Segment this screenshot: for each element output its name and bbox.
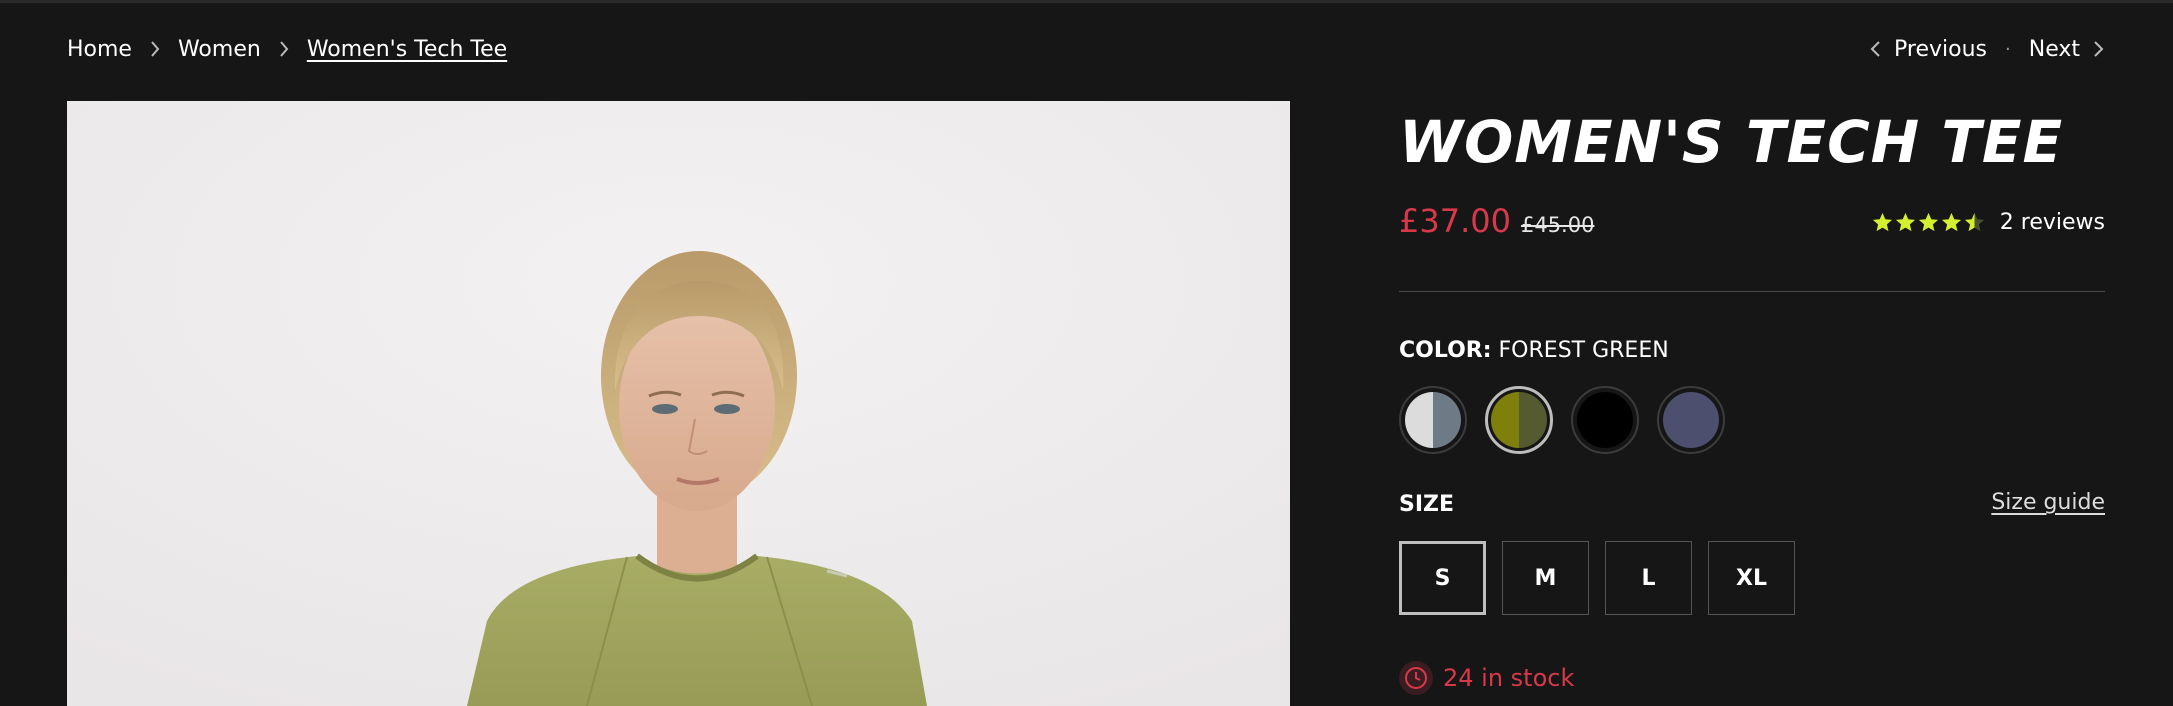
star-icon — [1941, 212, 1961, 232]
previous-link[interactable]: Previous — [1868, 37, 1987, 62]
size-options: S M L XL — [1399, 541, 1811, 615]
swatch-forest-green[interactable] — [1485, 386, 1553, 454]
swatch-white-grey[interactable] — [1399, 386, 1467, 454]
top-border — [0, 0, 2173, 3]
breadcrumb-women[interactable]: Women — [178, 37, 261, 62]
price: £37.00 £45.00 — [1399, 202, 1594, 240]
reviews-link[interactable]: 2 reviews — [2000, 210, 2105, 235]
next-label: Next — [2028, 36, 2080, 62]
breadcrumb-current[interactable]: Women's Tech Tee — [307, 37, 507, 62]
breadcrumb-home[interactable]: Home — [67, 37, 132, 62]
model-photo — [67, 101, 1290, 706]
star-icon — [1895, 212, 1915, 232]
color-swatches — [1399, 386, 1743, 454]
compare-price: £45.00 — [1520, 213, 1595, 237]
size-s-button[interactable]: S — [1399, 541, 1486, 615]
color-value: FOREST GREEN — [1498, 338, 1669, 363]
swatch-black[interactable] — [1571, 386, 1639, 454]
star-icon — [1918, 212, 1938, 232]
half-star-icon — [1964, 212, 1984, 232]
size-label: SIZE — [1399, 492, 1455, 517]
stock-text: 24 in stock — [1443, 664, 1575, 692]
star-rating — [1871, 211, 1986, 234]
previous-label: Previous — [1894, 36, 1987, 62]
color-label: COLOR: FOREST GREEN — [1399, 338, 1669, 363]
rating[interactable]: 2 reviews — [1871, 210, 2105, 235]
size-m-button[interactable]: M — [1502, 541, 1589, 615]
size-l-button[interactable]: L — [1605, 541, 1692, 615]
sale-price: £37.00 — [1399, 202, 1511, 240]
divider — [1399, 291, 2105, 292]
chevron-right-icon — [140, 34, 170, 64]
swatch-navy[interactable] — [1657, 386, 1725, 454]
star-icon — [1872, 212, 1892, 232]
chevron-left-icon — [1870, 41, 1880, 57]
clock-icon — [1399, 661, 1433, 695]
next-link[interactable]: Next — [2029, 37, 2106, 62]
product-title: WOMEN'S TECH TEE — [1399, 108, 2064, 176]
chevron-right-icon — [2094, 41, 2104, 57]
pager-separator: · — [2005, 38, 2011, 60]
color-key: COLOR: — [1399, 338, 1492, 363]
chevron-right-icon — [269, 34, 299, 64]
size-guide-link[interactable]: Size guide — [1991, 490, 2105, 515]
size-xl-button[interactable]: XL — [1708, 541, 1795, 615]
product-image[interactable] — [67, 101, 1290, 706]
stock-status: 24 in stock — [1399, 661, 1574, 695]
product-pager: Previous · Next — [1868, 34, 2106, 64]
breadcrumb: Home Women Women's Tech Tee — [67, 34, 507, 64]
